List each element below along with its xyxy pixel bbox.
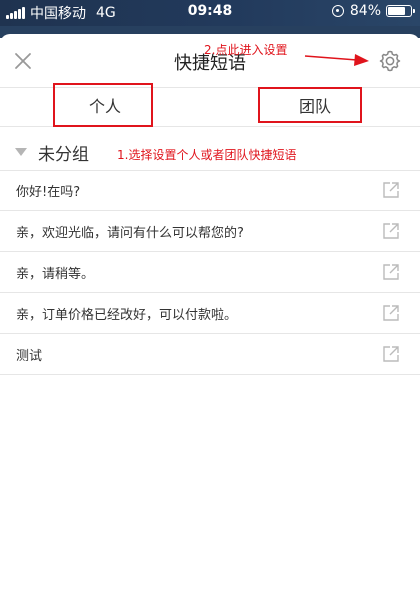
- annotation-arrow: [304, 54, 369, 66]
- annotation-step-1: 1.选择设置个人或者团队快捷短语: [117, 148, 297, 162]
- list-item[interactable]: 亲，订单价格已经改好，可以付款啦。: [0, 293, 420, 334]
- phrase-text: 你好!在吗?: [16, 185, 81, 200]
- send-icon[interactable]: [381, 303, 401, 323]
- group-label: 未分组: [38, 145, 89, 165]
- caret-down-icon: [15, 148, 27, 156]
- send-icon[interactable]: [381, 221, 401, 241]
- rotation-lock-icon: [331, 5, 344, 17]
- annotation-box-personal: [53, 83, 153, 127]
- phrase-text: 亲，请稍等。: [16, 267, 95, 282]
- phrase-text: 测试: [16, 349, 43, 364]
- send-icon[interactable]: [381, 180, 401, 200]
- phrase-list: 你好!在吗? 亲，欢迎光临，请问有什么可以帮您的? 亲，请稍等。 亲，订单价格已…: [0, 170, 420, 375]
- send-icon[interactable]: [381, 344, 401, 364]
- list-item[interactable]: 亲，欢迎光临，请问有什么可以帮您的?: [0, 211, 420, 252]
- phrase-text: 亲，订单价格已经改好，可以付款啦。: [16, 308, 238, 323]
- gear-icon[interactable]: [378, 49, 402, 73]
- battery-icon: [386, 5, 415, 17]
- send-icon[interactable]: [381, 262, 401, 282]
- annotation-step-2: 2.点此进入设置: [204, 43, 288, 57]
- status-right: 84%: [331, 3, 415, 19]
- battery-percent: 84%: [349, 3, 381, 19]
- list-item[interactable]: 亲，请稍等。: [0, 252, 420, 293]
- list-item[interactable]: 你好!在吗?: [0, 170, 420, 211]
- phrase-text: 亲，欢迎光临，请问有什么可以帮您的?: [16, 226, 244, 241]
- annotation-box-team: [258, 87, 362, 123]
- status-bar: 中国移动 4G 09:48 84%: [0, 0, 420, 26]
- list-item[interactable]: 测试: [0, 334, 420, 375]
